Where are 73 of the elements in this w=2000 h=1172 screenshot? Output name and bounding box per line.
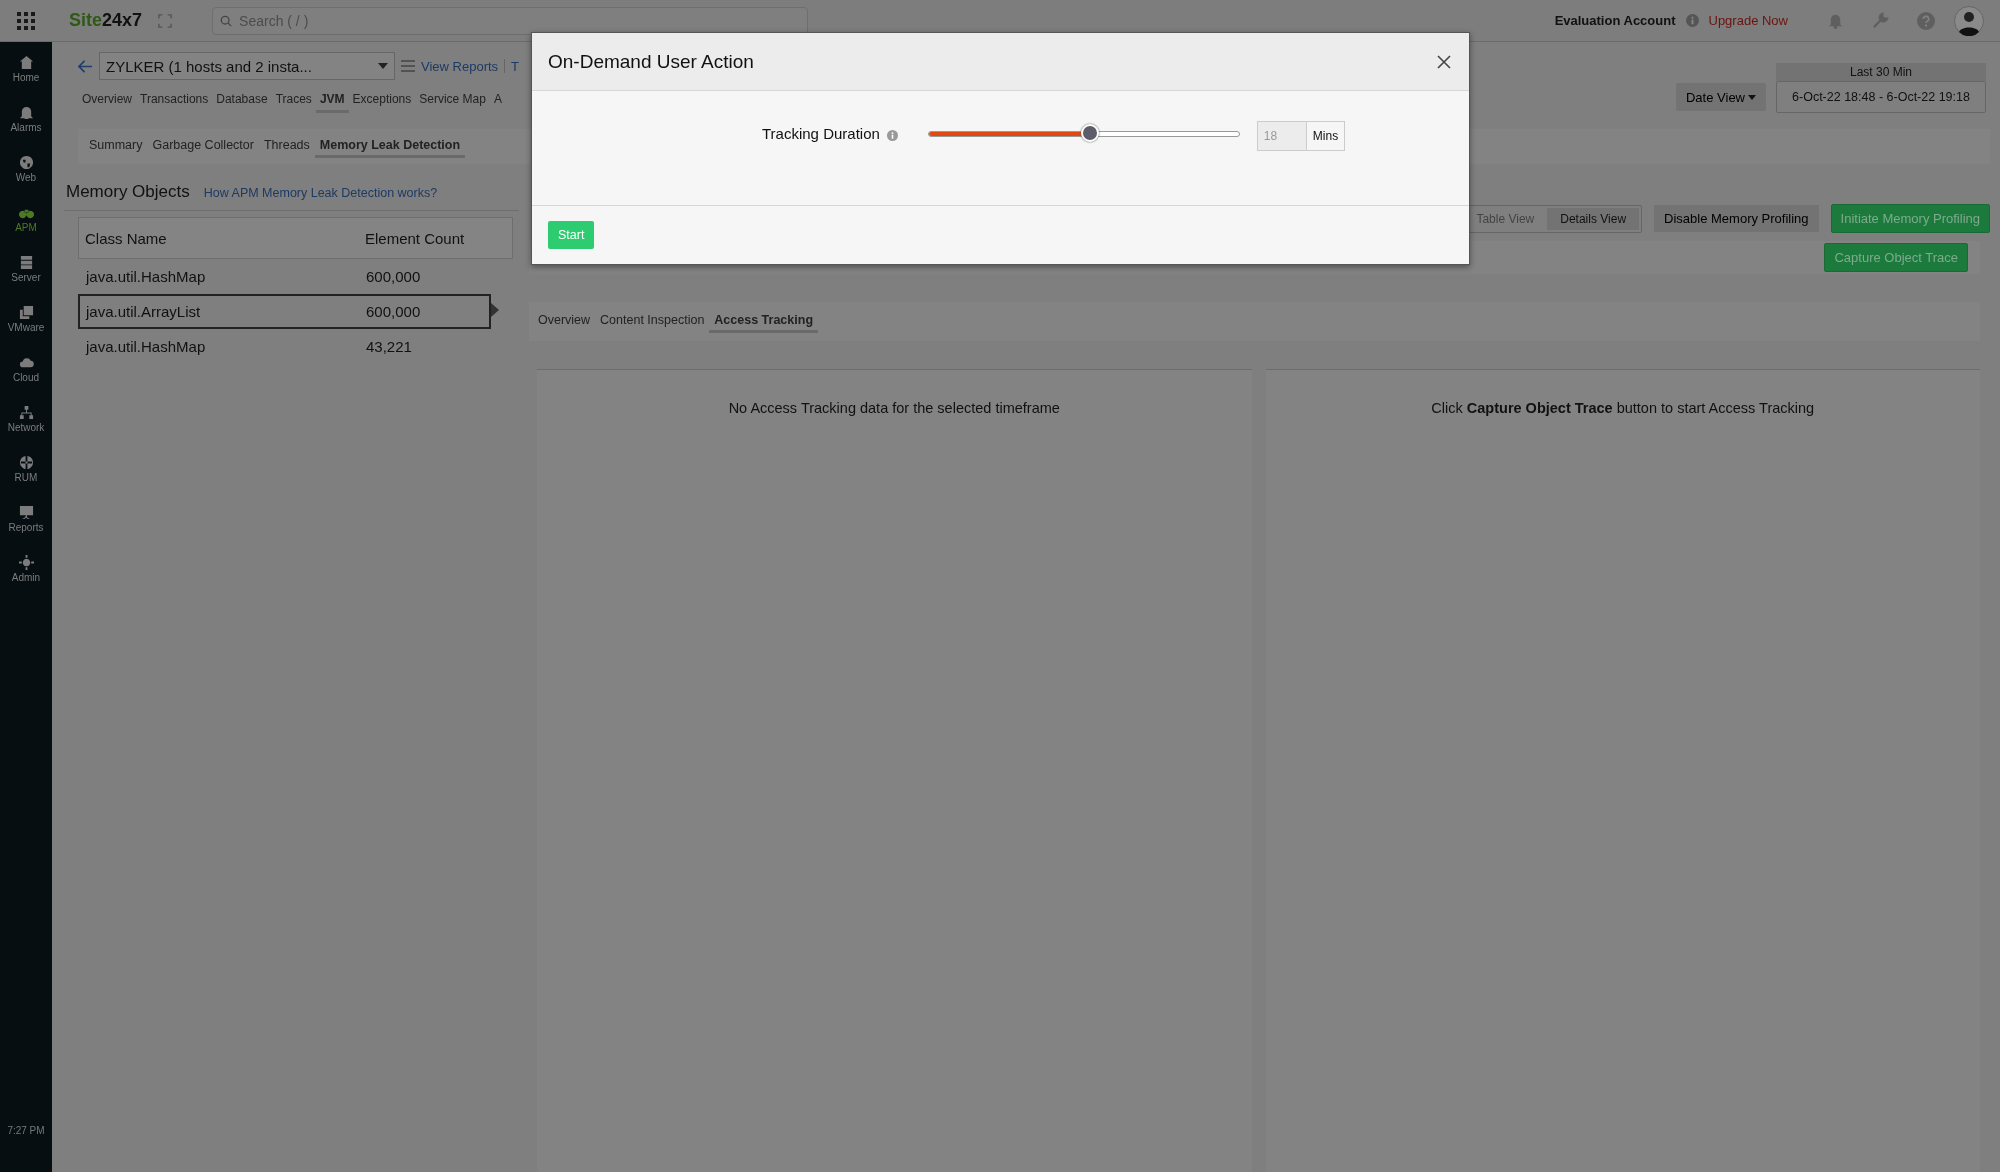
cut-link[interactable]: T bbox=[511, 58, 520, 74]
sidebar-item[interactable]: Cloud bbox=[0, 355, 52, 405]
account-label: Evaluation Account bbox=[1554, 13, 1676, 28]
detail-tab[interactable]: Overview bbox=[533, 310, 596, 333]
sidebar-item[interactable]: VMware bbox=[0, 305, 52, 355]
upgrade-link[interactable]: Upgrade Now bbox=[1708, 13, 1788, 28]
logo[interactable]: Site24x7 bbox=[69, 10, 143, 31]
tab[interactable]: JVM bbox=[315, 88, 349, 113]
row-pointer-icon bbox=[491, 303, 499, 317]
table-row[interactable]: java.util.HashMap 600,000 bbox=[78, 259, 491, 294]
avatar-icon[interactable] bbox=[1954, 5, 1984, 36]
house-icon bbox=[18, 55, 34, 70]
tab[interactable]: A bbox=[489, 88, 506, 113]
sidebar-item[interactable]: Admin bbox=[0, 555, 52, 605]
app-grid-icon[interactable] bbox=[17, 11, 35, 30]
globe-icon bbox=[18, 455, 34, 470]
table-row[interactable]: java.util.HashMap 43,221 bbox=[78, 329, 491, 364]
caret-icon bbox=[1748, 94, 1756, 100]
sidebar-item[interactable]: Server bbox=[0, 255, 52, 305]
date-range-field[interactable]: 6-Oct-22 18:48 - 6-Oct-22 19:18 bbox=[1776, 81, 1986, 113]
subtab[interactable]: Memory Leak Detection bbox=[314, 135, 466, 158]
panel-message: No Access Tracking data for the selected timeframe bbox=[728, 400, 1060, 416]
clock-time: 7:27 PM bbox=[7, 1125, 45, 1136]
tab[interactable]: Overview bbox=[78, 88, 136, 113]
date-view-button[interactable]: Date View bbox=[1676, 83, 1766, 111]
menu-icon[interactable] bbox=[401, 60, 415, 72]
sidebar-item[interactable]: Reports bbox=[0, 505, 52, 555]
disable-profiling-button[interactable]: Disable Memory Profiling bbox=[1654, 205, 1819, 232]
detail-tab[interactable]: Content Inspection bbox=[595, 310, 710, 333]
view-toggle[interactable]: Table View bbox=[1463, 207, 1548, 230]
stacked-squares-icon bbox=[18, 305, 34, 320]
subtab[interactable]: Garbage Collector bbox=[147, 135, 259, 158]
field-label: Tracking Duration bbox=[762, 125, 880, 142]
dialog-title: On-Demand User Action bbox=[548, 50, 754, 73]
presentation-icon bbox=[18, 505, 34, 520]
bell-icon[interactable] bbox=[1827, 12, 1844, 29]
tab[interactable]: Exceptions bbox=[348, 88, 416, 113]
server-icon bbox=[18, 255, 34, 270]
close-icon[interactable] bbox=[1437, 54, 1451, 69]
subtab[interactable]: Threads bbox=[258, 135, 315, 158]
network-icon bbox=[18, 405, 34, 420]
tab[interactable]: Database bbox=[212, 88, 272, 113]
caret-icon bbox=[378, 63, 388, 69]
sidebar-item[interactable]: Alarms bbox=[0, 105, 52, 155]
column-header: Class Name bbox=[85, 229, 168, 247]
back-arrow-icon[interactable] bbox=[78, 59, 93, 73]
cloud-icon bbox=[18, 355, 34, 370]
wrench-icon[interactable] bbox=[1872, 12, 1889, 29]
search-icon bbox=[220, 14, 233, 27]
view-reports-link[interactable]: View Reports bbox=[421, 58, 499, 74]
sidebar-item[interactable]: APM bbox=[0, 205, 52, 255]
column-header: Element Count bbox=[365, 229, 466, 247]
detail-tab[interactable]: Access Tracking bbox=[709, 310, 818, 333]
info-icon bbox=[886, 130, 898, 141]
tab[interactable]: Service Map bbox=[415, 88, 490, 113]
panel-message: Click Capture Object Trace button to start Access Tracking bbox=[1431, 400, 1815, 416]
sidebar-item[interactable]: Network bbox=[0, 405, 52, 455]
monitor-select[interactable]: ZYLKER (1 hosts and 2 insta... bbox=[99, 52, 395, 80]
sidebar-item[interactable]: RUM bbox=[0, 455, 52, 505]
view-toggle[interactable]: Details View bbox=[1547, 207, 1640, 230]
period-label: Last 30 Min bbox=[1776, 63, 1986, 81]
expand-icon[interactable] bbox=[158, 13, 173, 28]
info-icon bbox=[1685, 14, 1699, 27]
globe-icon bbox=[18, 155, 34, 170]
tab[interactable]: Transactions bbox=[136, 88, 213, 113]
subtab[interactable]: Summary bbox=[84, 135, 148, 158]
help-link[interactable]: How APM Memory Leak Detection works? bbox=[203, 186, 438, 200]
sidebar-item[interactable]: Home bbox=[0, 55, 52, 105]
help-icon[interactable] bbox=[1917, 11, 1935, 30]
tab[interactable]: Traces bbox=[271, 88, 316, 113]
bell-icon bbox=[18, 105, 34, 120]
section-title: Memory Objects bbox=[66, 182, 190, 202]
sidebar-item[interactable]: Web bbox=[0, 155, 52, 205]
